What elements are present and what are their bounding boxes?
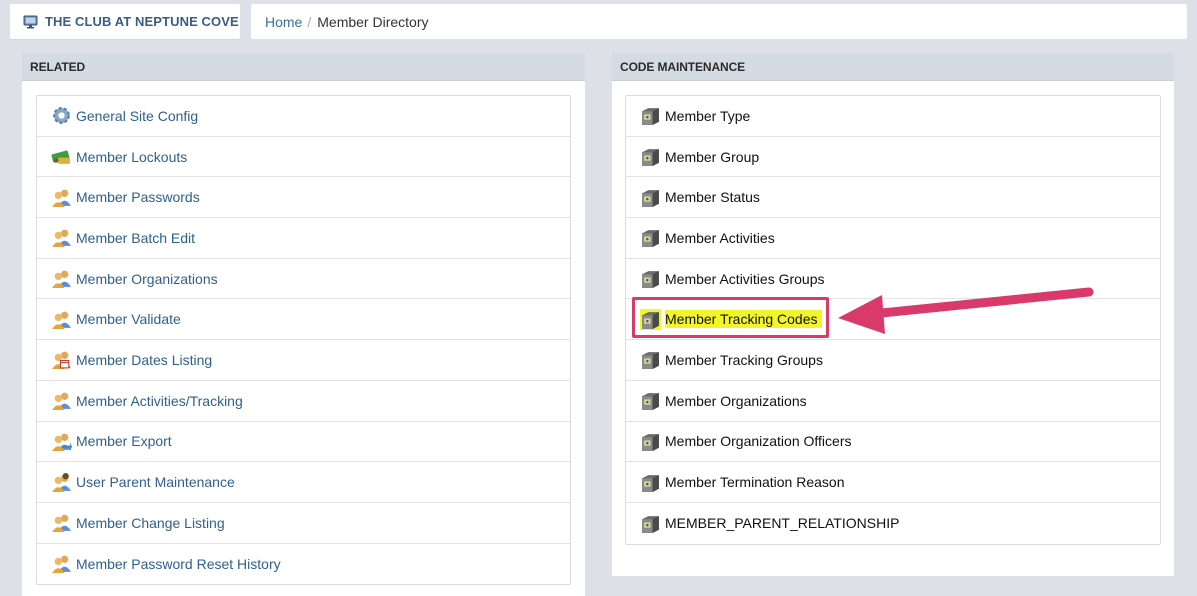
code-maintenance-panel: CODE MAINTENANCE Member Type Member Group…	[612, 53, 1174, 576]
users-calendar-icon	[52, 352, 71, 370]
code-item-label: MEMBER_PARENT_RELATIONSHIP	[665, 515, 900, 532]
related-item-member-dates-listing[interactable]: Member Dates Listing	[37, 340, 570, 381]
related-item-label: Member Batch Edit	[76, 229, 196, 246]
code-item-member-parent-relationship[interactable]: MEMBER_PARENT_RELATIONSHIP	[626, 503, 1160, 544]
related-item-label: User Parent Maintenance	[76, 474, 235, 491]
related-item-label: Member Activities/Tracking	[76, 392, 243, 409]
safe-icon	[642, 433, 659, 451]
user-parent-icon	[52, 472, 71, 492]
breadcrumb-current: Member Directory	[317, 13, 429, 30]
code-item-member-status[interactable]: Member Status	[626, 177, 1160, 219]
safe-icon	[642, 352, 659, 370]
related-panel: RELATED General Site Config Member Lockou…	[22, 53, 585, 596]
brand-bar[interactable]: THE CLUB AT NEPTUNE COVE	[10, 4, 240, 39]
code-item-label: Member Group	[665, 148, 760, 165]
safe-icon	[640, 308, 661, 330]
users-icon	[52, 392, 71, 411]
related-item-member-passwords[interactable]: Member Passwords	[37, 177, 570, 219]
lockout-icon	[51, 150, 70, 164]
related-item-label: Member Organizations	[76, 270, 218, 287]
safe-icon	[642, 189, 659, 207]
related-item-label: Member Password Reset History	[76, 555, 281, 572]
code-item-label: Member Tracking Codes	[665, 310, 822, 329]
code-item-label: Member Activities	[665, 229, 775, 246]
related-item-label: Member Change Listing	[76, 514, 225, 531]
users-icon	[52, 556, 71, 574]
code-item-label: Member Type	[665, 107, 751, 124]
code-item-label: Member Status	[665, 189, 760, 206]
related-item-label: Member Dates Listing	[76, 351, 213, 368]
breadcrumb-separator: /	[307, 13, 312, 30]
code-item-member-type[interactable]: Member Type	[626, 96, 1160, 137]
safe-icon	[642, 271, 659, 289]
related-item-member-lockouts[interactable]: Member Lockouts	[37, 137, 570, 178]
code-item-member-organizations[interactable]: Member Organizations	[626, 381, 1160, 422]
monitor-icon	[23, 15, 38, 28]
related-item-member-export[interactable]: Member Export	[37, 422, 570, 463]
code-item-member-organization-officers[interactable]: Member Organization Officers	[626, 422, 1160, 463]
users-export-icon	[52, 433, 72, 451]
safe-icon	[642, 230, 659, 248]
users-icon	[52, 311, 71, 329]
related-item-label: Member Validate	[76, 311, 181, 328]
code-item-member-tracking-codes[interactable]: Member Tracking Codes	[626, 299, 1160, 341]
users-icon	[52, 514, 71, 533]
safe-icon	[642, 149, 659, 166]
related-item-member-batch-edit[interactable]: Member Batch Edit	[37, 218, 570, 259]
code-item-member-termination-reason[interactable]: Member Termination Reason	[626, 462, 1160, 503]
code-item-member-activities[interactable]: Member Activities	[626, 218, 1160, 259]
brand-title: THE CLUB AT NEPTUNE COVE	[45, 14, 239, 29]
users-icon	[52, 230, 71, 248]
code-item-member-group[interactable]: Member Group	[626, 137, 1160, 178]
code-item-member-tracking-groups[interactable]: Member Tracking Groups	[626, 340, 1160, 381]
users-icon	[52, 270, 71, 289]
related-item-label: Member Passwords	[76, 189, 200, 206]
related-item-member-activities-tracking[interactable]: Member Activities/Tracking	[37, 381, 570, 422]
safe-icon	[642, 515, 659, 533]
safe-icon	[642, 108, 659, 126]
code-item-label: Member Organizations	[665, 392, 807, 409]
code-maintenance-list: Member Type Member Group Member Status Memb…	[625, 95, 1161, 545]
code-maintenance-panel-title: CODE MAINTENANCE	[612, 53, 1174, 81]
related-panel-title: RELATED	[22, 53, 585, 81]
code-item-label: Member Tracking Groups	[665, 351, 823, 368]
related-item-member-organizations[interactable]: Member Organizations	[37, 259, 570, 300]
related-item-member-validate[interactable]: Member Validate	[37, 299, 570, 341]
code-item-member-activities-groups[interactable]: Member Activities Groups	[626, 259, 1160, 300]
breadcrumb: Home / Member Directory	[251, 4, 1187, 39]
code-item-label: Member Activities Groups	[665, 270, 825, 287]
gear-icon	[53, 107, 70, 125]
safe-icon	[642, 393, 659, 411]
related-item-label: Member Lockouts	[76, 148, 188, 165]
related-item-general-site-config[interactable]: General Site Config	[37, 96, 570, 137]
safe-icon	[642, 474, 659, 492]
related-list: General Site Config Member Lockouts Member…	[36, 95, 571, 586]
related-item-label: Member Export	[76, 433, 172, 450]
code-item-label: Member Organization Officers	[665, 433, 852, 450]
code-item-label: Member Termination Reason	[665, 474, 845, 491]
related-item-member-change-listing[interactable]: Member Change Listing	[37, 503, 570, 544]
breadcrumb-home-link[interactable]: Home	[265, 14, 302, 30]
related-item-label: General Site Config	[76, 107, 199, 124]
related-item-user-parent-maintenance[interactable]: User Parent Maintenance	[37, 462, 570, 503]
related-item-member-password-reset-history[interactable]: Member Password Reset History	[37, 544, 570, 585]
users-icon	[52, 189, 71, 207]
